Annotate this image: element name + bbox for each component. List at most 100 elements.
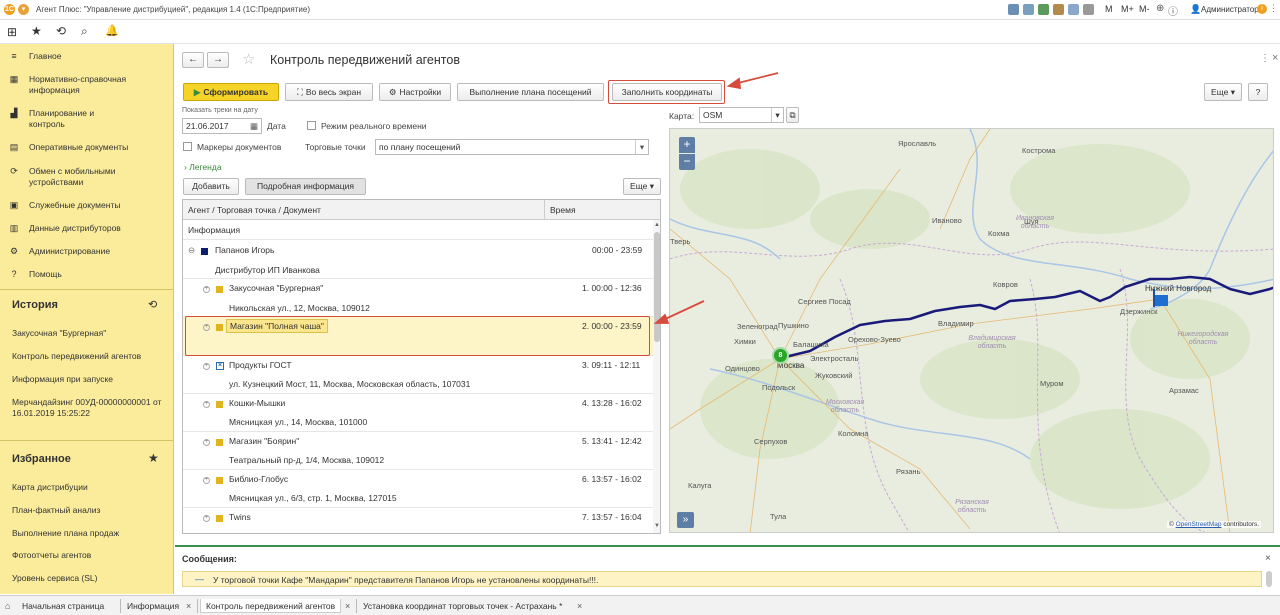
map-cluster-marker[interactable]: 8 (772, 347, 789, 364)
scrollbar-thumb[interactable] (654, 232, 660, 342)
calendar-icon[interactable]: ▦ (250, 119, 258, 133)
date-label: Дата (267, 121, 286, 131)
close-tab-icon[interactable]: × (577, 601, 582, 611)
expand-icon[interactable]: + (203, 401, 210, 408)
expand-icon[interactable]: + (203, 439, 210, 446)
tab-set-coordinates[interactable]: Установка координат торговых точек - Аст… (358, 599, 567, 613)
visit-plan-button[interactable]: Выполнение плана посещений (457, 83, 604, 101)
favorite-item[interactable]: Выполнение плана продаж (12, 528, 172, 539)
column-header-time[interactable]: Время (550, 205, 576, 215)
map-zoom-in-button[interactable]: + (679, 137, 695, 153)
window-menu-icon[interactable]: ⋮ (1269, 3, 1278, 14)
calculator-icon[interactable] (1083, 4, 1094, 15)
trade-point-name[interactable]: Twins (229, 512, 251, 522)
expand-icon[interactable]: + (203, 286, 210, 293)
flag-marker-icon[interactable] (1155, 295, 1168, 306)
link-icon[interactable] (1038, 4, 1049, 15)
history-item[interactable]: Информация при запуске (12, 374, 172, 385)
favorite-item[interactable]: Фотоотчеты агентов (12, 550, 172, 561)
map-type-select[interactable]: OSM ▾ (699, 107, 784, 123)
tab-info[interactable]: Информация (122, 599, 184, 613)
favorite-star-icon[interactable]: ☆ (242, 50, 255, 68)
star-icon[interactable]: ★ (148, 451, 159, 465)
close-icon[interactable]: × (1272, 52, 1278, 64)
map-zoom-out-button[interactable]: − (679, 154, 695, 170)
print-icon[interactable] (1023, 4, 1034, 15)
star-icon[interactable]: ★ (31, 24, 42, 38)
help-button[interactable]: ? (1248, 83, 1268, 101)
open-map-icon[interactable]: ⧉ (786, 107, 799, 123)
apps-grid-icon[interactable]: ⊞ (7, 25, 17, 39)
close-tab-icon[interactable]: × (345, 601, 350, 611)
chevron-down-icon[interactable]: ▾ (771, 108, 783, 122)
message-row[interactable]: — У торговой точки Кафе "Мандарин" предс… (182, 571, 1262, 587)
trade-point-name[interactable]: Кошки-Мышки (229, 398, 285, 408)
map-expand-button[interactable]: » (677, 512, 694, 528)
home-icon[interactable]: ⌂ (5, 601, 10, 611)
history-clock-icon[interactable]: ⟲ (148, 298, 157, 311)
details-button[interactable]: Подробная информация (245, 178, 366, 195)
main-menu-icon[interactable]: ▾ (18, 4, 29, 15)
city-label: Серпухов (754, 437, 788, 446)
calendar-icon[interactable] (1068, 4, 1079, 15)
scroll-down-icon[interactable]: ▼ (654, 523, 660, 529)
trade-point-name[interactable]: Библио-Глобус (229, 474, 288, 484)
nav-toolbar: ⊞ ★ ⟲ ⌕ 🔔 (0, 20, 1280, 44)
form-menu-icon[interactable]: ⋮ (1260, 53, 1270, 64)
more-button[interactable]: Еще ▾ (1204, 83, 1242, 101)
info-icon[interactable]: ⓘ (1168, 3, 1178, 18)
history-item[interactable]: Закусочная "Бургерная" (12, 328, 172, 339)
table-scrollbar[interactable]: ▲ ▼ (653, 220, 660, 533)
zoom-icon[interactable]: ⊕ (1156, 3, 1164, 14)
map-view[interactable]: + − Ярославль Иваново Кострома Нижний Но… (669, 128, 1274, 533)
trade-point-name[interactable]: Закусочная "Бургерная" (229, 283, 323, 293)
generate-button[interactable]: ▶ Сформировать (183, 83, 279, 101)
expand-icon[interactable]: + (203, 477, 210, 484)
column-header-agent[interactable]: Агент / Торговая точка / Документ (188, 205, 321, 215)
osm-link[interactable]: OpenStreetMap (1176, 521, 1222, 528)
app-logo-icon[interactable]: 1С (4, 4, 15, 15)
history-icon[interactable]: ⟲ (56, 24, 66, 38)
fullscreen-button[interactable]: ⛶ Во весь экран (285, 83, 373, 101)
date-caption: Показать треки на дату (182, 107, 258, 114)
trade-points-select[interactable]: по плану посещений ▾ (375, 139, 649, 155)
history-item[interactable]: Контроль передвижений агентов (12, 351, 172, 362)
zoom-m-plus[interactable]: M+ (1121, 4, 1134, 14)
history-item[interactable]: Мерчандайзинг 00УД-00000000001 от 16.01.… (12, 397, 162, 419)
close-tab-icon[interactable]: × (186, 601, 191, 611)
tab-agent-tracking[interactable]: Контроль передвижений агентов (200, 599, 342, 613)
add-button[interactable]: Добавить (183, 178, 239, 195)
favorite-item[interactable]: Карта дистрибуции (12, 482, 172, 493)
divider (183, 239, 653, 240)
settings-button[interactable]: ⚙ Настройки (379, 83, 451, 101)
agent-name[interactable]: Папанов Игорь (215, 245, 274, 255)
bell-icon[interactable]: 🔔 (105, 24, 119, 37)
search-icon[interactable]: ⌕ (81, 24, 88, 39)
trade-point-name[interactable]: Магазин "Боярин" (229, 436, 299, 446)
user-name[interactable]: Администратор (1201, 5, 1259, 14)
zoom-m-minus[interactable]: M- (1139, 4, 1150, 14)
collapse-icon[interactable]: ⊖ (188, 245, 195, 256)
doc-markers-checkbox[interactable] (183, 142, 192, 151)
save-icon[interactable] (1008, 4, 1019, 15)
date-field[interactable]: 21.06.2017 ▦ (182, 118, 262, 134)
forward-button[interactable]: → (207, 52, 229, 68)
zoom-m[interactable]: M (1105, 4, 1113, 14)
trade-point-name[interactable]: Продукты ГОСТ (229, 360, 292, 370)
close-messages-icon[interactable]: × (1265, 553, 1271, 564)
favorite-item[interactable]: Уровень сервиса (SL) (12, 573, 172, 584)
expand-icon[interactable]: + (203, 515, 210, 522)
realtime-checkbox[interactable] (307, 121, 316, 130)
favorite-icon[interactable] (1053, 4, 1064, 15)
favorite-item[interactable]: План-фактный анализ (12, 505, 172, 516)
expand-icon[interactable]: + (203, 363, 210, 370)
legend-toggle[interactable]: › Легенда (184, 162, 222, 172)
messages-scrollbar[interactable] (1266, 571, 1272, 587)
tab-home[interactable]: Начальная страница (17, 599, 109, 613)
table-more-button[interactable]: Еще ▾ (623, 178, 661, 195)
chevron-down-icon[interactable]: ▾ (635, 140, 648, 154)
trade-point-address: Никольская ул., 12, Москва, 109012 (229, 303, 370, 313)
notification-icon[interactable]: i (1257, 4, 1267, 14)
back-button[interactable]: ← (182, 52, 204, 68)
scroll-up-icon[interactable]: ▲ (654, 222, 660, 228)
